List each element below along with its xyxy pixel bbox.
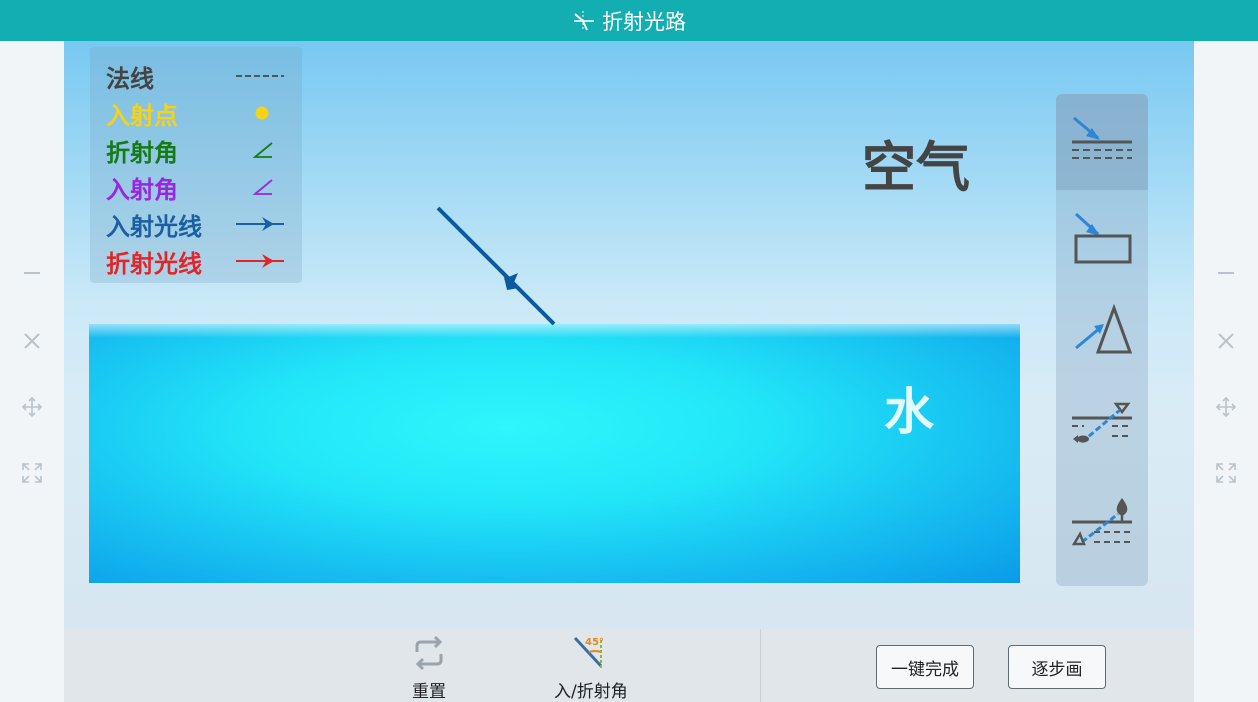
prism-tool[interactable] xyxy=(1056,282,1148,378)
legend-item-refraction-angle: 折射角 xyxy=(106,132,292,168)
air-to-water-tool[interactable] xyxy=(1056,94,1148,190)
angle-icon xyxy=(252,132,274,168)
legend-label: 折射角 xyxy=(106,138,178,167)
angle-measure-icon: 45° xyxy=(571,633,611,673)
water-label: 水 xyxy=(884,383,934,441)
move-icon[interactable] xyxy=(20,395,44,419)
step-draw-button[interactable]: 逐步画 xyxy=(1008,645,1106,689)
scene-tool-panel xyxy=(1056,94,1148,586)
move-icon[interactable] xyxy=(1214,395,1238,419)
legend-label: 折射光线 xyxy=(106,249,202,278)
legend-label: 法线 xyxy=(106,64,154,93)
fish-eye-icon xyxy=(1072,402,1132,444)
arrow-line-icon xyxy=(236,243,284,279)
minimize-icon[interactable] xyxy=(20,261,44,285)
app-title: 折射光路 xyxy=(602,9,686,34)
bottom-toolbar: 重置 45° 入/折射角 一键完成 逐步画 xyxy=(64,629,1194,702)
angle-icon xyxy=(252,169,274,205)
minimize-icon[interactable] xyxy=(1214,261,1238,285)
right-side-panel xyxy=(1194,41,1258,702)
tree-reflection-tool[interactable] xyxy=(1056,474,1148,570)
legend-item-refracted-ray: 折射光线 xyxy=(106,243,292,279)
fullscreen-icon[interactable] xyxy=(20,461,44,485)
legend-label: 入射光线 xyxy=(106,212,202,241)
legend-item-incidence-point: 入射点 xyxy=(106,95,292,131)
dashed-line-icon xyxy=(236,58,284,94)
close-icon[interactable] xyxy=(20,329,44,353)
legend-item-normal: 法线 xyxy=(106,58,292,94)
angle-toggle-button[interactable]: 45° 入/折射角 xyxy=(554,633,628,702)
legend-label: 入射角 xyxy=(106,175,178,204)
prism-icon xyxy=(1075,303,1133,354)
close-icon[interactable] xyxy=(1214,329,1238,353)
left-side-panel xyxy=(0,41,64,702)
tree-reflection-icon xyxy=(1071,498,1132,546)
angle-badge: 45° xyxy=(585,637,604,648)
divider xyxy=(760,629,761,702)
refraction-icon xyxy=(574,10,594,31)
arrow-line-icon xyxy=(236,206,284,242)
air-water-scene-icon xyxy=(1072,116,1132,159)
dot-icon xyxy=(254,95,270,131)
legend-item-incidence-angle: 入射角 xyxy=(106,169,292,205)
angle-label: 入/折射角 xyxy=(554,682,628,702)
legend-panel: 法线 入射点 折射角 入射角 入射光线 折射光线 xyxy=(90,47,302,283)
fish-view-tool[interactable] xyxy=(1056,376,1148,472)
fullscreen-icon[interactable] xyxy=(1214,461,1238,485)
legend-item-incident-ray: 入射光线 xyxy=(106,206,292,242)
reset-label: 重置 xyxy=(412,682,446,702)
complete-all-button[interactable]: 一键完成 xyxy=(876,645,974,689)
glass-block-tool[interactable] xyxy=(1056,190,1148,286)
refresh-icon xyxy=(409,633,449,673)
glass-block-icon xyxy=(1074,212,1132,264)
reset-button[interactable]: 重置 xyxy=(409,633,449,702)
legend-label: 入射点 xyxy=(106,101,178,130)
air-label: 空气 xyxy=(862,136,970,199)
title-bar: 折射光路 xyxy=(0,0,1258,41)
simulation-stage[interactable]: 法线 入射点 折射角 入射角 入射光线 折射光线 空气 水 xyxy=(64,41,1194,629)
water-medium[interactable]: 水 xyxy=(89,324,1020,583)
